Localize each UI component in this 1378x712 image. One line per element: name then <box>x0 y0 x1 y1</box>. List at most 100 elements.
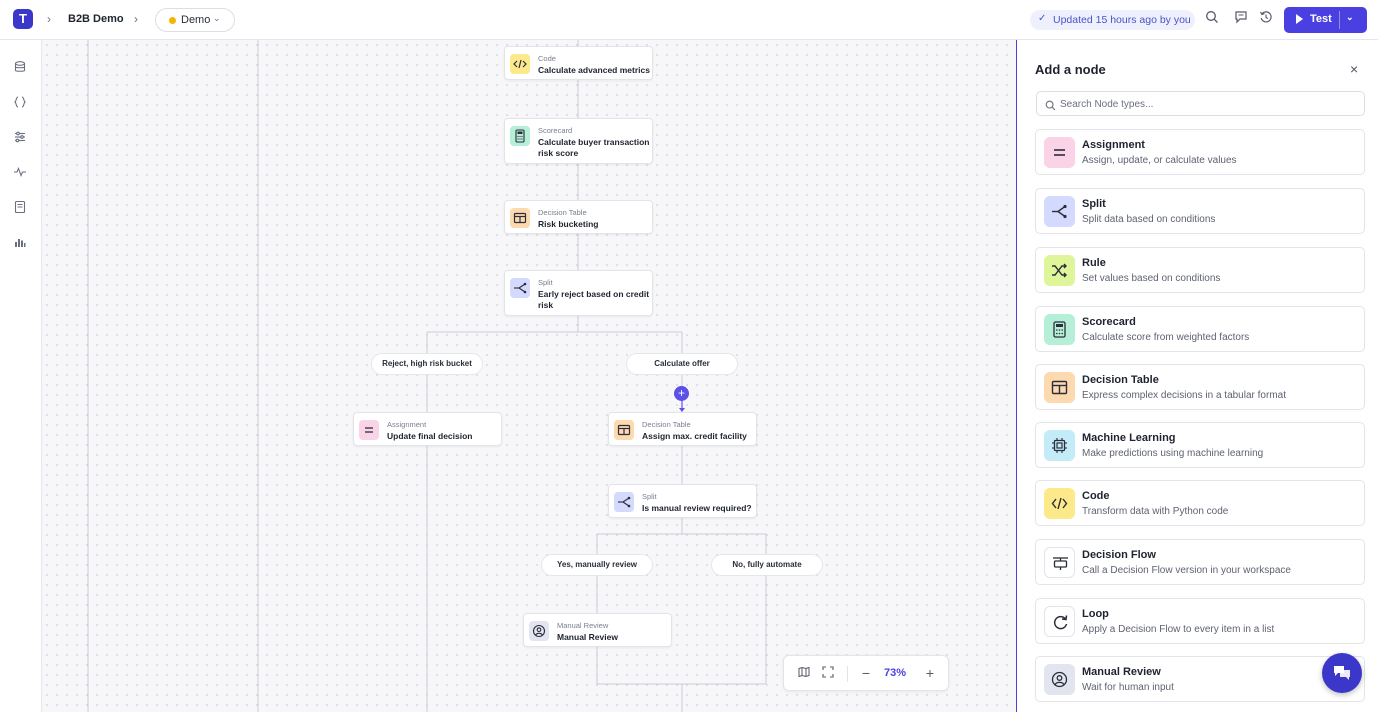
history-icon[interactable] <box>1259 10 1277 28</box>
equals-icon <box>359 420 379 440</box>
node-type-desc: Assign, update, or calculate values <box>1082 155 1237 166</box>
node-type: Split <box>642 492 657 501</box>
flow-node-code[interactable]: Code Calculate advanced metrics <box>504 46 653 80</box>
search-icon[interactable] <box>1205 10 1223 28</box>
table-icon <box>510 208 530 228</box>
node-type-name: Code <box>1082 490 1110 502</box>
node-type-desc: Split data based on conditions <box>1082 214 1216 225</box>
book-icon[interactable] <box>13 200 29 216</box>
bar-chart-icon[interactable] <box>13 235 29 251</box>
close-icon[interactable]: × <box>1350 61 1358 77</box>
node-type-desc: Set values based on conditions <box>1082 273 1221 284</box>
node-title: Calculate advanced metrics <box>538 65 650 75</box>
node-type-name: Assignment <box>1082 139 1145 151</box>
flow-node-decision-table[interactable]: Decision Table Assign max. credit facili… <box>608 412 757 446</box>
node-type-desc: Express complex decisions in a tabular f… <box>1082 390 1286 401</box>
taktile-logo[interactable]: T <box>13 9 33 29</box>
panel-title: Add a node <box>1035 62 1106 77</box>
breadcrumb-project[interactable]: B2B Demo <box>68 13 124 25</box>
node-type-split[interactable]: Split Split data based on conditions <box>1035 188 1365 234</box>
updated-status-badge: ✓ Updated 15 hours ago by you <box>1030 10 1195 30</box>
node-title: Calculate buyer transaction risk score <box>538 137 650 158</box>
flow-canvas[interactable]: Code Calculate advanced metrics Scorecar… <box>42 40 1016 712</box>
sliders-icon[interactable] <box>13 130 29 146</box>
branch-label[interactable]: No, fully automate <box>711 554 823 576</box>
branch-label[interactable]: Yes, manually review <box>541 554 653 576</box>
chevron-right-icon: › <box>134 12 138 26</box>
zoom-controls: − 73% + <box>783 655 949 691</box>
play-icon <box>1296 14 1303 24</box>
calculator-icon <box>1044 314 1075 345</box>
node-type-loop[interactable]: Loop Apply a Decision Flow to every item… <box>1035 598 1365 644</box>
zoom-in-button[interactable]: + <box>922 665 938 681</box>
node-type-name: Split <box>1082 198 1106 210</box>
flow-node-split[interactable]: Split Is manual review required? <box>608 484 757 518</box>
node-type-name: Scorecard <box>1082 316 1136 328</box>
node-type-machine-learning[interactable]: Machine Learning Make predictions using … <box>1035 422 1365 468</box>
environment-label: Demo <box>181 14 211 26</box>
zoom-out-button[interactable]: − <box>858 665 874 681</box>
node-type-rule[interactable]: Rule Set values based on conditions <box>1035 247 1365 293</box>
status-dot <box>169 17 176 24</box>
shuffle-icon <box>1044 255 1075 286</box>
flow-node-assignment[interactable]: Assignment Update final decision <box>353 412 502 446</box>
node-type-manual-review[interactable]: Manual Review Wait for human input <box>1035 656 1365 702</box>
chat-support-button[interactable] <box>1322 653 1362 693</box>
split-icon <box>614 492 634 512</box>
decision-flow-icon <box>1044 547 1075 578</box>
node-type-name: Loop <box>1082 608 1109 620</box>
flow-node-split[interactable]: Split Early reject based on credit risk <box>504 270 653 316</box>
table-icon <box>614 420 634 440</box>
node-type-assignment[interactable]: Assignment Assign, update, or calculate … <box>1035 129 1365 175</box>
node-title: Is manual review required? <box>642 503 752 513</box>
node-type: Manual Review <box>557 621 609 630</box>
environment-selector[interactable]: Demo ⌄ <box>155 8 235 32</box>
test-button[interactable]: Test ⌄ <box>1284 7 1367 33</box>
node-type-name: Manual Review <box>1082 666 1161 678</box>
node-type: Split <box>538 278 553 287</box>
updated-text: Updated 15 hours ago by you <box>1053 14 1191 26</box>
node-type-code[interactable]: Code Transform data with Python code <box>1035 480 1365 526</box>
flow-node-manual-review[interactable]: Manual Review Manual Review <box>523 613 672 647</box>
flow-node-decision-table[interactable]: Decision Table Risk bucketing <box>504 200 653 234</box>
fit-view-icon[interactable] <box>820 665 836 681</box>
node-title: Risk bucketing <box>538 219 599 229</box>
node-type-desc: Make predictions using machine learning <box>1082 448 1264 459</box>
zoom-level: 73% <box>884 667 907 679</box>
node-title: Update final decision <box>387 431 473 441</box>
split-icon <box>1044 196 1075 227</box>
loop-icon <box>1044 606 1075 637</box>
add-node-panel: Add a node × Assignment Assign, update, … <box>1016 40 1378 712</box>
top-bar: T › B2B Demo › Demo ⌄ ✓ Updated 15 hours… <box>0 0 1378 40</box>
node-type-name: Decision Flow <box>1082 549 1156 561</box>
chevron-right-icon: › <box>47 12 51 26</box>
branch-label[interactable]: Reject, high risk bucket <box>371 353 483 375</box>
node-type-name: Rule <box>1082 257 1106 269</box>
node-title: Manual Review <box>557 632 618 642</box>
node-type-desc: Call a Decision Flow version in your wor… <box>1082 565 1291 576</box>
branch-label[interactable]: Calculate offer <box>626 353 738 375</box>
chevron-down-icon[interactable]: ⌄ <box>1346 12 1354 23</box>
node-type: Code <box>538 54 556 63</box>
flow-node-scorecard[interactable]: Scorecard Calculate buyer transaction ri… <box>504 118 653 164</box>
chevron-down-icon: ⌄ <box>213 13 221 23</box>
node-type-scorecard[interactable]: Scorecard Calculate score from weighted … <box>1035 306 1365 352</box>
node-type-decision-table[interactable]: Decision Table Express complex decisions… <box>1035 364 1365 410</box>
comment-icon[interactable] <box>1234 10 1252 28</box>
node-type-decision-flow[interactable]: Decision Flow Call a Decision Flow versi… <box>1035 539 1365 585</box>
braces-icon[interactable] <box>13 95 29 111</box>
user-circle-icon <box>1044 664 1075 695</box>
code-icon <box>510 54 530 74</box>
left-sidebar <box>0 40 42 712</box>
node-type-name: Machine Learning <box>1082 432 1176 444</box>
activity-icon[interactable] <box>13 165 29 181</box>
equals-icon <box>1044 137 1075 168</box>
search-icon <box>1045 98 1056 111</box>
database-icon[interactable] <box>13 60 29 76</box>
map-icon[interactable] <box>796 665 812 681</box>
node-type-desc: Calculate score from weighted factors <box>1082 332 1250 343</box>
search-input[interactable] <box>1060 95 1360 113</box>
node-title: Assign max. credit facility <box>642 431 747 441</box>
node-type-desc: Apply a Decision Flow to every item in a… <box>1082 624 1275 635</box>
add-node-button[interactable]: + <box>674 386 689 401</box>
